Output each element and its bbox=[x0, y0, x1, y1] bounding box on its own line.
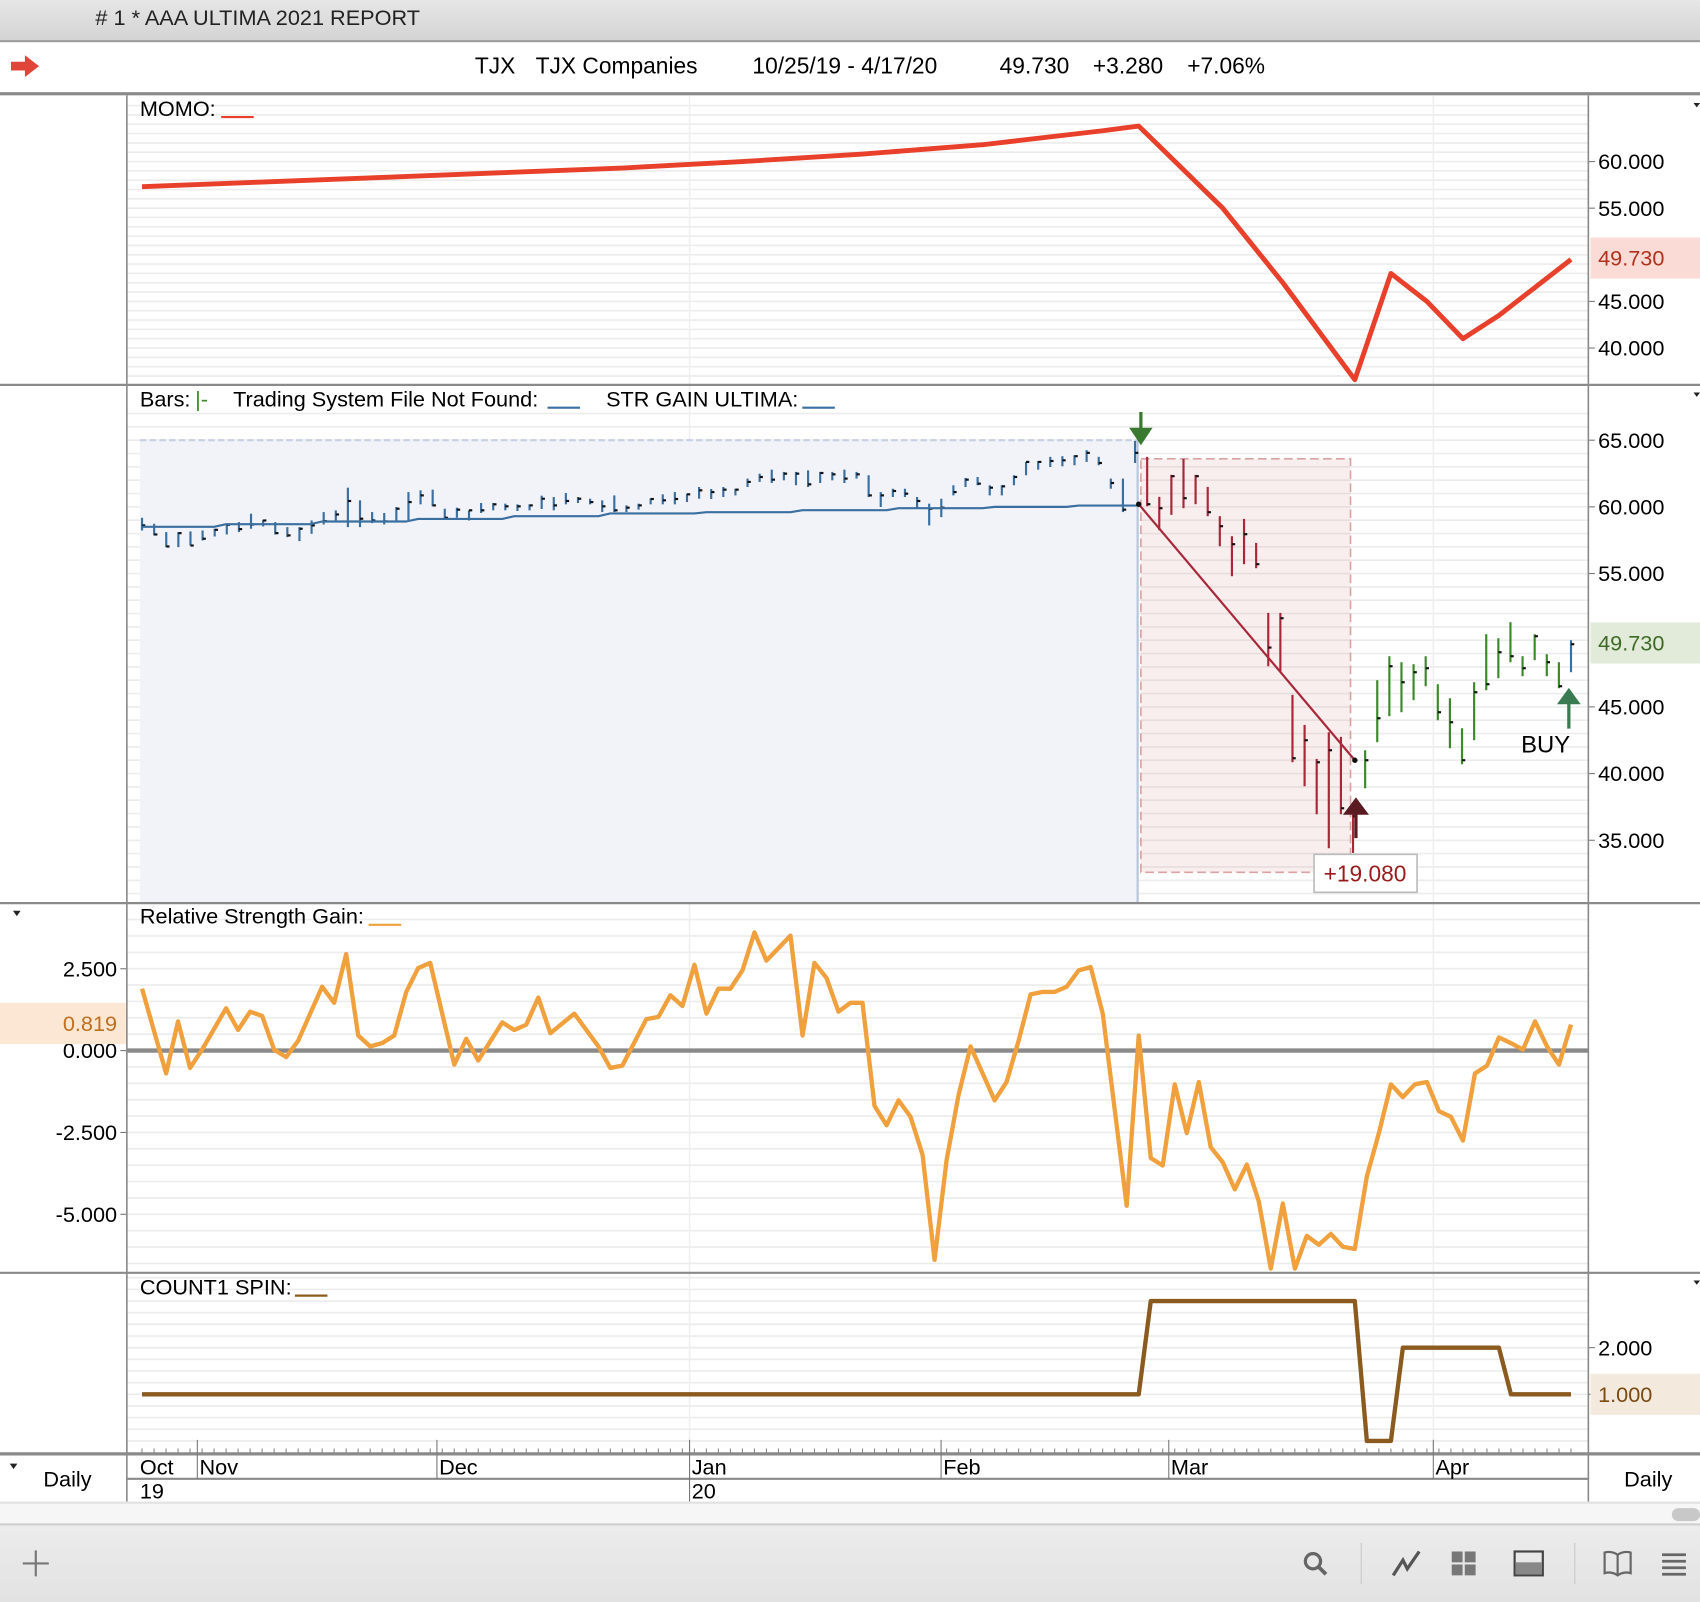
search-icon[interactable] bbox=[1297, 1545, 1334, 1582]
str-gain-label: STR GAIN ULTIMA: bbox=[606, 387, 798, 412]
toolbar-divider bbox=[1574, 1542, 1576, 1585]
momo-label: MOMO: bbox=[140, 96, 216, 121]
grid-icon[interactable] bbox=[1445, 1545, 1482, 1582]
trade-gain-label: +19.080 bbox=[1313, 853, 1418, 894]
y-tick-label: 65.000 bbox=[1598, 428, 1664, 453]
list-icon[interactable] bbox=[1656, 1545, 1693, 1582]
count1-label: COUNT1 SPIN: bbox=[140, 1275, 292, 1300]
momo-price-tag: 49.730 bbox=[1590, 237, 1700, 279]
month-label: Feb bbox=[943, 1455, 980, 1480]
momo-price-tag-text: 49.730 bbox=[1598, 246, 1664, 271]
y-tick-label: 2.000 bbox=[1598, 1335, 1652, 1360]
month-label: Apr bbox=[1435, 1455, 1469, 1480]
trade-exit-dot bbox=[1352, 757, 1358, 763]
month-label: Nov bbox=[199, 1455, 238, 1480]
bars-label: Bars: bbox=[140, 387, 191, 412]
rsg-value-tag-text: 0.819 bbox=[63, 1011, 117, 1036]
y-tick-label: 2.500 bbox=[63, 956, 117, 981]
trading-system-label: Trading System File Not Found: bbox=[233, 387, 538, 412]
scrollbar-thumb[interactable] bbox=[1671, 1508, 1700, 1522]
y-tick-label: 55.000 bbox=[1598, 196, 1664, 221]
month-label: Jan bbox=[692, 1455, 727, 1480]
bars-price-tag: 49.730 bbox=[1590, 622, 1700, 664]
chart-line-icon[interactable] bbox=[1388, 1545, 1425, 1582]
trade-gain-text: +19.080 bbox=[1324, 860, 1407, 886]
bottom-toolbar bbox=[0, 1523, 1700, 1602]
count1-value-tag: 1.000 bbox=[1590, 1373, 1700, 1415]
app-window: # 1 * AAA ULTIMA 2021 REPORT TJX TJX Com… bbox=[0, 0, 1700, 1602]
y-tick-label: 40.000 bbox=[1598, 336, 1664, 361]
y-tick-label: 55.000 bbox=[1598, 561, 1664, 586]
plus-icon[interactable] bbox=[17, 1545, 54, 1582]
bars-legend-glyph: |- bbox=[195, 387, 208, 412]
year-label: 20 bbox=[692, 1478, 716, 1501]
rsg-label: Relative Strength Gain: bbox=[140, 904, 364, 929]
y-tick-label: 60.000 bbox=[1598, 149, 1664, 174]
buy-signal-label: BUY bbox=[1521, 731, 1570, 758]
count1-value-tag-text: 1.000 bbox=[1598, 1382, 1652, 1407]
y-tick-label: 45.000 bbox=[1598, 694, 1664, 719]
y-tick-label: -5.000 bbox=[56, 1202, 117, 1227]
bars-price-tag-text: 49.730 bbox=[1598, 631, 1664, 656]
y-tick-label: -2.500 bbox=[56, 1120, 117, 1145]
month-label: Dec bbox=[439, 1455, 478, 1480]
month-label: Mar bbox=[1171, 1455, 1208, 1480]
toolbar-divider bbox=[1360, 1542, 1362, 1585]
chart-area[interactable]: 60.000 55.000 45.000 40.000 65.000 60.000 55.0… bbox=[0, 0, 1700, 1502]
y-tick-label: 40.000 bbox=[1598, 761, 1664, 786]
horizontal-scrollbar[interactable] bbox=[0, 1501, 1700, 1526]
book-icon[interactable] bbox=[1599, 1545, 1636, 1582]
y-tick-label: 35.000 bbox=[1598, 828, 1664, 853]
rsg-value-tag: 0.819 bbox=[0, 1002, 126, 1045]
year-label: 19 bbox=[140, 1478, 164, 1501]
trade-zone bbox=[1140, 458, 1352, 874]
month-label: Oct bbox=[140, 1455, 174, 1480]
trade-zones bbox=[139, 439, 1352, 903]
y-tick-label: 60.000 bbox=[1598, 494, 1664, 519]
trade-entry-dot bbox=[1136, 501, 1142, 507]
y-tick-label: 45.000 bbox=[1598, 289, 1664, 314]
panel-icon[interactable] bbox=[1510, 1545, 1547, 1582]
period-selector-right[interactable]: Daily bbox=[1624, 1466, 1672, 1491]
period-selector-left[interactable]: Daily bbox=[43, 1466, 91, 1491]
